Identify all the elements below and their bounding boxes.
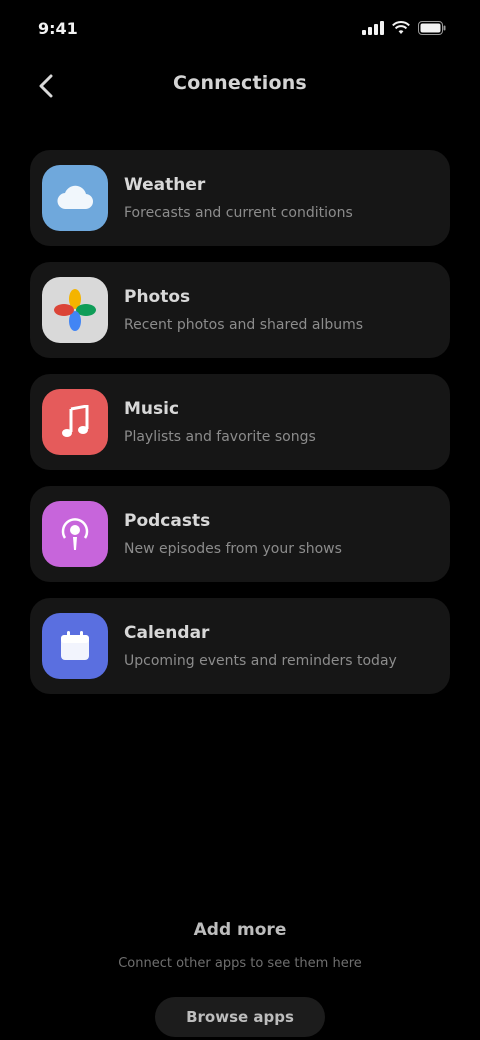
app-text: Calendar Upcoming events and reminders t… bbox=[124, 623, 397, 669]
app-card-weather[interactable]: Weather Forecasts and current conditions bbox=[30, 150, 450, 246]
cellular-signal-icon bbox=[362, 21, 384, 35]
app-name: Photos bbox=[124, 287, 191, 307]
app-name: Podcasts bbox=[124, 511, 211, 531]
app-list: Weather Forecasts and current conditions… bbox=[30, 150, 450, 694]
app-description: Upcoming events and reminders today bbox=[124, 653, 397, 669]
app-card-music[interactable]: Music Playlists and favorite songs bbox=[30, 374, 450, 470]
nav-bar: Connections bbox=[0, 60, 480, 110]
app-card-calendar[interactable]: Calendar Upcoming events and reminders t… bbox=[30, 598, 450, 694]
footer-text: Connect other apps to see them here bbox=[118, 956, 362, 971]
browse-apps-button[interactable]: Browse apps bbox=[155, 997, 325, 1037]
app-description: Recent photos and shared albums bbox=[124, 317, 364, 333]
status-time: 9:41 bbox=[38, 18, 78, 38]
app-description: New episodes from your shows bbox=[124, 541, 342, 557]
app-name: Music bbox=[124, 399, 180, 419]
app-name: Weather bbox=[124, 175, 206, 195]
app-text: Weather Forecasts and current conditions bbox=[124, 175, 353, 221]
app-text: Photos Recent photos and shared albums bbox=[124, 287, 363, 333]
app-description: Forecasts and current conditions bbox=[124, 205, 353, 221]
music-icon bbox=[42, 389, 108, 455]
app-description: Playlists and favorite songs bbox=[124, 429, 316, 445]
status-bar: 9:41 bbox=[0, 0, 480, 56]
photos-icon bbox=[42, 277, 108, 343]
footer-title: Add more bbox=[193, 920, 287, 940]
app-card-photos[interactable]: Photos Recent photos and shared albums bbox=[30, 262, 450, 358]
app-text: Music Playlists and favorite songs bbox=[124, 399, 316, 445]
footer: Add more Connect other apps to see them … bbox=[0, 920, 480, 1037]
cloud-icon bbox=[42, 165, 108, 231]
battery-icon bbox=[418, 21, 446, 35]
app-name: Calendar bbox=[124, 623, 210, 643]
app-card-podcasts[interactable]: Podcasts New episodes from your shows bbox=[30, 486, 450, 582]
app-text: Podcasts New episodes from your shows bbox=[124, 511, 342, 557]
page-title: Connections bbox=[173, 72, 307, 94]
wifi-icon bbox=[392, 21, 410, 35]
calendar-icon bbox=[42, 613, 108, 679]
status-icons bbox=[362, 21, 446, 35]
podcast-icon bbox=[42, 501, 108, 567]
